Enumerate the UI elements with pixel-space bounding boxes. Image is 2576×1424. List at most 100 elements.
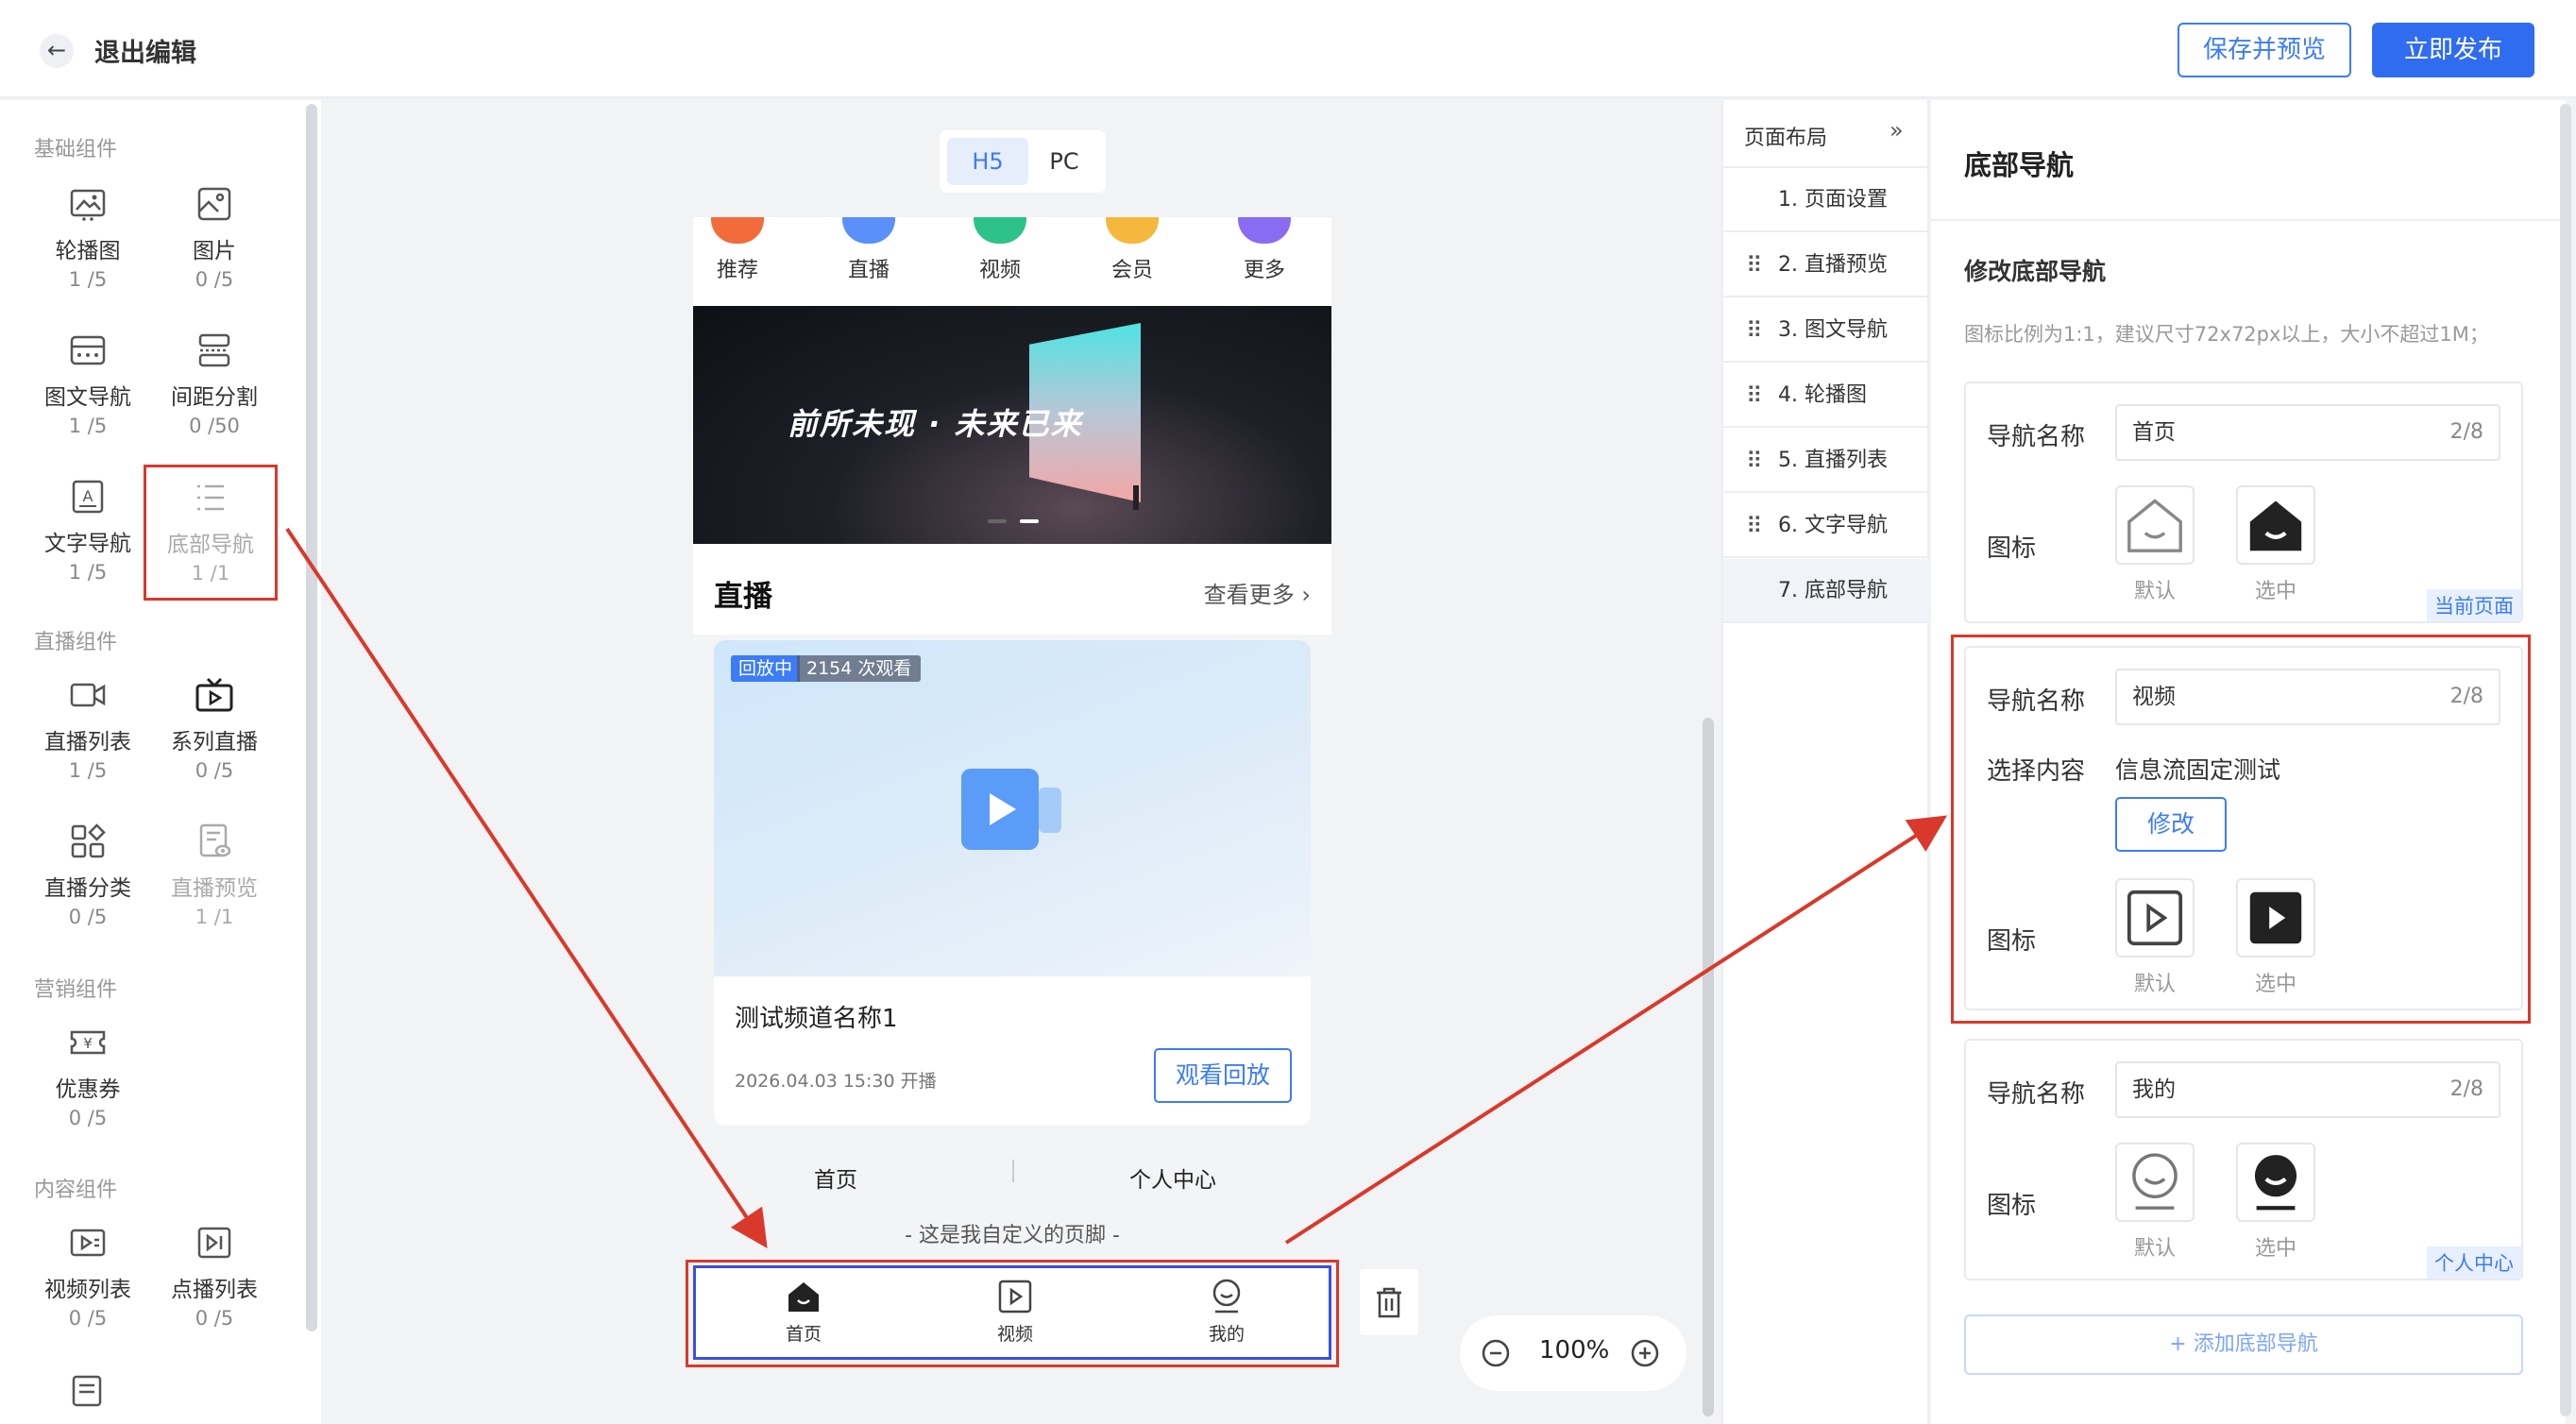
drag-handle-icon[interactable]: ⠿ — [1746, 233, 1763, 297]
category-item[interactable]: 更多 — [1222, 217, 1307, 283]
view-count-badge: 2154 次观看 — [797, 655, 922, 682]
banner-dot-active[interactable] — [1020, 519, 1039, 523]
default-caption: 默认 — [2133, 580, 2176, 603]
home-outline-icon — [2127, 499, 2182, 552]
nav-name-input[interactable]: 我的 2/8 — [2115, 1061, 2500, 1118]
component-name: 优惠券 — [55, 1077, 121, 1102]
component-image-text-nav[interactable]: 图文导航 1 /5 — [26, 331, 149, 473]
carousel-icon — [70, 189, 106, 221]
category-label: 更多 — [1243, 259, 1285, 282]
layout-item[interactable]: ⠿ 3. 图文导航 — [1723, 298, 1929, 363]
live-card-cover[interactable]: 回放中 2154 次观看 — [714, 640, 1311, 976]
svg-text:A: A — [83, 487, 93, 505]
component-image[interactable]: 图片 0 /5 — [153, 185, 276, 327]
selected-icon-upload[interactable] — [2236, 485, 2315, 565]
layout-item[interactable]: ⠿ 5. 直播列表 — [1723, 429, 1929, 493]
tab-pc[interactable]: PC — [1030, 138, 1098, 185]
drag-handle-icon[interactable]: ⠿ — [1746, 298, 1763, 363]
user-filled-icon — [2254, 1155, 2297, 1211]
nav-name-input[interactable]: 首页 2/8 — [2115, 404, 2500, 461]
component-carousel[interactable]: 轮播图 1 /5 — [26, 185, 149, 327]
component-count: 1 /5 — [68, 561, 108, 584]
zoom-level: 100% — [1539, 1336, 1610, 1365]
component-spacer[interactable]: 间距分割 0 /50 — [153, 331, 276, 473]
text-nav-home[interactable]: 首页 — [814, 1161, 857, 1194]
component-coupon[interactable]: ¥ 优惠券 0 /5 — [26, 1024, 149, 1165]
layout-item[interactable]: ⠿ 4. 轮播图 — [1723, 364, 1929, 428]
trash-icon — [1377, 1287, 1401, 1318]
live-section-header: 直播 查看更多 › — [693, 544, 1331, 635]
category-item[interactable]: 直播 — [826, 217, 911, 283]
zoom-out-icon[interactable] — [1481, 1338, 1511, 1368]
category-icon — [842, 217, 895, 244]
watch-replay-button[interactable]: 观看回放 — [1154, 1048, 1292, 1103]
banner-dot[interactable] — [988, 519, 1007, 523]
canvas-scrollbar[interactable] — [1703, 718, 1714, 1416]
coupon-icon: ¥ — [70, 1030, 106, 1055]
drag-handle-icon[interactable]: ⠿ — [1746, 429, 1763, 493]
video-camera-icon — [961, 769, 1061, 850]
default-caption: 默认 — [2133, 1237, 2176, 1261]
back-arrow-icon[interactable]: ← — [40, 34, 74, 68]
category-item[interactable]: 视频 — [958, 217, 1042, 283]
left-panel-scrollbar[interactable] — [306, 104, 317, 1331]
article-icon[interactable] — [68, 1373, 106, 1411]
layout-item-label: 5. 直播列表 — [1778, 449, 1888, 472]
component-vod-list[interactable]: 点播列表 0 /5 — [153, 1224, 276, 1365]
tab-h5[interactable]: H5 — [947, 138, 1028, 185]
section-title-basic: 基础组件 — [34, 138, 118, 161]
component-name: 图片 — [193, 239, 236, 263]
settings-scrollbar[interactable] — [2560, 104, 2571, 1416]
layout-item[interactable]: 1. 页面设置 — [1723, 168, 1929, 232]
live-preview-icon — [199, 823, 231, 857]
page-layout-title: 页面布局 — [1744, 127, 1828, 150]
component-live-category[interactable]: 直播分类 0 /5 — [26, 822, 149, 964]
icon-label: 图标 — [1987, 534, 2037, 563]
component-live-preview[interactable]: 直播预览 1 /1 — [153, 822, 276, 964]
banner-carousel[interactable]: 前所未现 · 未来已来 — [693, 306, 1331, 544]
live-card[interactable]: 回放中 2154 次观看 测试频道名称1 2026.04.03 15:30 开播… — [714, 640, 1311, 1126]
publish-button[interactable]: 立即发布 — [2372, 23, 2534, 77]
category-label: 直播 — [847, 259, 890, 282]
component-name: 轮播图 — [55, 239, 121, 263]
default-icon-upload[interactable] — [2115, 1143, 2195, 1222]
component-live-list[interactable]: 直播列表 1 /5 — [26, 676, 149, 818]
default-icon-upload[interactable] — [2115, 485, 2195, 565]
category-item[interactable]: 会员 — [1090, 217, 1175, 283]
view-more-link[interactable]: 查看更多 › — [1204, 576, 1311, 609]
layout-item[interactable]: ⠿ 2. 直播预览 — [1723, 233, 1929, 297]
home-filled-icon — [2249, 500, 2302, 551]
component-video-list[interactable]: 视频列表 0 /5 — [26, 1224, 149, 1365]
category-item[interactable]: 推荐 — [695, 217, 780, 283]
drag-handle-icon[interactable]: ⠿ — [1746, 494, 1763, 558]
video-nav-highlight — [1951, 635, 2531, 1024]
divider — [1931, 219, 2566, 221]
icon-label: 图标 — [1987, 1192, 2037, 1220]
zoom-in-icon[interactable] — [1630, 1338, 1660, 1368]
add-bottom-nav-button[interactable]: + 添加底部导航 — [1964, 1314, 2523, 1375]
layout-item-active[interactable]: 7. 底部导航 — [1723, 559, 1929, 623]
component-count: 0 /5 — [68, 906, 108, 928]
custom-footer-text: - 这是我自定义的页脚 - — [905, 1224, 1120, 1247]
settings-hint: 图标比例为1:1，建议尺寸72x72px以上，大小不超过1M； — [1964, 323, 2489, 346]
component-text-nav[interactable]: A 文字导航 1 /5 — [26, 478, 149, 619]
user-outline-icon — [2132, 1153, 2178, 1210]
delete-component-button[interactable] — [1360, 1269, 1418, 1335]
selected-icon-upload[interactable] — [2236, 1143, 2315, 1222]
layout-item-label: 4. 轮播图 — [1778, 383, 1867, 407]
layout-item[interactable]: ⠿ 6. 文字导航 — [1723, 494, 1929, 558]
text-nav-profile[interactable]: 个人中心 — [1129, 1161, 1216, 1194]
save-preview-button[interactable]: 保存并预览 — [2178, 23, 2351, 77]
exit-edit-label[interactable]: 退出编辑 — [94, 32, 196, 69]
component-bottom-nav[interactable]: 底部导航 1 /1 — [144, 465, 278, 601]
collapse-icon[interactable]: » — [1890, 117, 1904, 144]
replay-status-badge: 回放中 — [731, 655, 801, 682]
component-count: 1 /5 — [68, 268, 108, 291]
image-text-nav-icon — [70, 335, 106, 365]
nav-name-value: 首页 — [2132, 420, 2176, 445]
svg-text:¥: ¥ — [83, 1035, 93, 1052]
component-series-live[interactable]: 系列直播 0 /5 — [153, 676, 276, 818]
text-nav-icon: A — [72, 480, 104, 514]
top-header: ← 退出编辑 保存并预览 立即发布 — [0, 0, 2576, 98]
drag-handle-icon[interactable]: ⠿ — [1746, 364, 1763, 428]
